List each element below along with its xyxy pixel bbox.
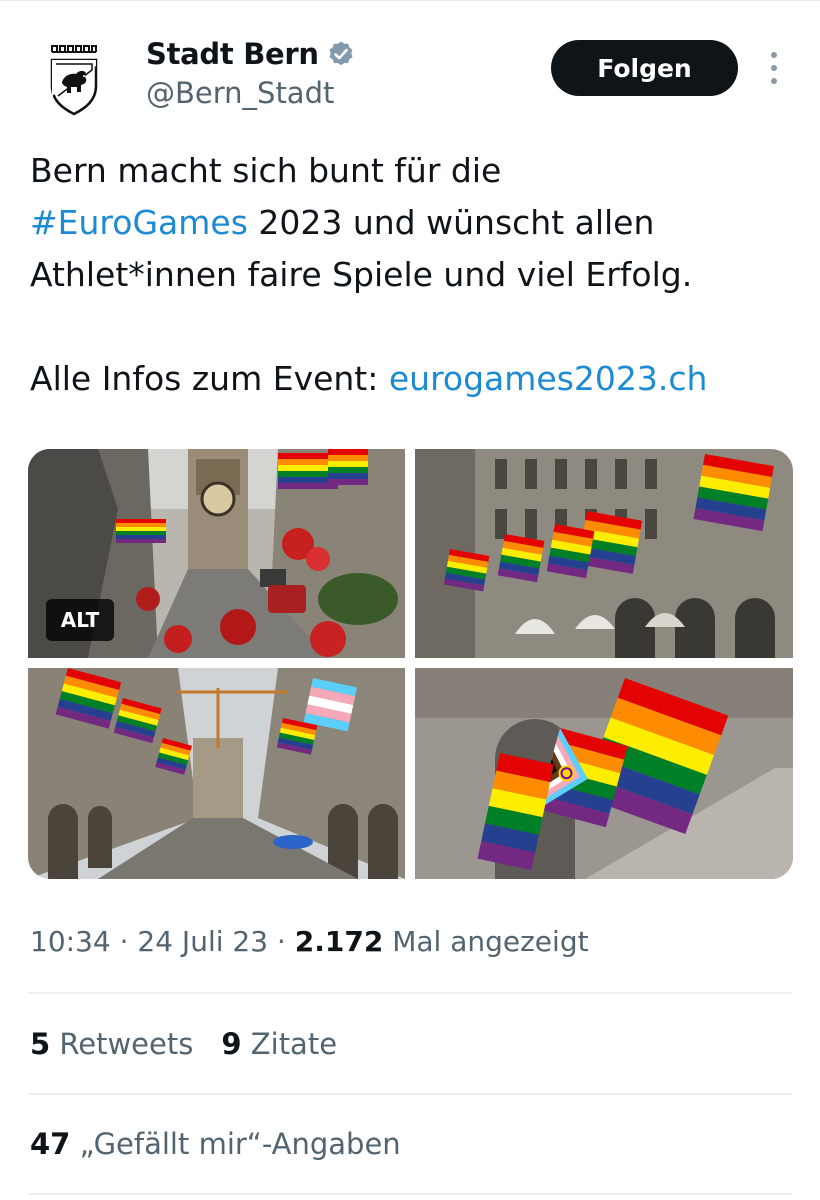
photo-facade-flags[interactable] bbox=[415, 449, 793, 658]
likes-stat[interactable]: 47 „Gefällt mir“-Angaben bbox=[30, 1127, 401, 1161]
website-link[interactable]: eurogames2023.ch bbox=[389, 359, 708, 398]
views-label: Mal angezeigt bbox=[383, 925, 589, 958]
likes-label: „Gefällt mir“-Angaben bbox=[70, 1127, 401, 1161]
hashtag-link[interactable]: #EuroGames bbox=[30, 203, 248, 242]
quotes-label: Zitate bbox=[241, 1027, 338, 1061]
account-name-row: Stadt Bern bbox=[146, 34, 355, 74]
engagement-stats: 5 Retweets 9 Zitate bbox=[30, 1027, 337, 1061]
bern-coat-of-arms-icon bbox=[30, 30, 118, 118]
retweets-stat[interactable]: 5 Retweets bbox=[30, 1027, 193, 1061]
tweet-line-4: Alle Infos zum Event: eurogames2023.ch bbox=[30, 353, 800, 405]
more-options-icon[interactable] bbox=[762, 50, 786, 86]
divider bbox=[28, 992, 792, 994]
tweet-date[interactable]: 24 Juli 23 bbox=[137, 925, 268, 958]
meta-separator: · bbox=[268, 925, 295, 958]
alt-text-badge[interactable]: ALT bbox=[46, 599, 114, 641]
photo-pride-flags-closeup[interactable] bbox=[415, 668, 793, 879]
views-count: 2.172 bbox=[294, 925, 384, 958]
meta-separator: · bbox=[110, 925, 138, 958]
divider bbox=[28, 1193, 792, 1195]
tweet-text: Bern macht sich bunt für die #EuroGames … bbox=[30, 145, 800, 405]
display-name[interactable]: Stadt Bern bbox=[146, 37, 319, 71]
divider bbox=[28, 1093, 792, 1095]
tweet-line-4-text: Alle Infos zum Event: bbox=[30, 359, 389, 398]
photo-clock-tower-street[interactable]: ALT bbox=[28, 449, 405, 658]
avatar[interactable] bbox=[30, 30, 118, 118]
quotes-stat[interactable]: 9 Zitate bbox=[221, 1027, 337, 1061]
verified-badge-icon bbox=[327, 40, 355, 68]
tweet-line-3: Athlet*innen faire Spiele und viel Erfol… bbox=[30, 255, 693, 294]
tweet-line-1: Bern macht sich bunt für die bbox=[30, 151, 502, 190]
likes-count: 47 bbox=[30, 1127, 71, 1161]
tweet-line-2: #EuroGames 2023 und wünscht allen bbox=[30, 197, 800, 249]
media-grid: ALT bbox=[28, 449, 793, 879]
retweets-label: Retweets bbox=[50, 1027, 194, 1061]
follow-button[interactable]: Folgen bbox=[551, 40, 738, 96]
retweets-count: 5 bbox=[30, 1027, 51, 1061]
tweet-line-2-text: 2023 und wünscht allen bbox=[247, 203, 655, 242]
photo-arcade-street[interactable] bbox=[28, 668, 405, 879]
tweet-time[interactable]: 10:34 bbox=[30, 925, 111, 958]
tweet-meta: 10:34 · 24 Juli 23 · 2.172 Mal angezeigt bbox=[30, 925, 589, 958]
quotes-count: 9 bbox=[221, 1027, 242, 1061]
account-handle[interactable]: @Bern_Stadt bbox=[146, 76, 334, 110]
transgender-flag-icon bbox=[303, 678, 358, 732]
top-divider bbox=[0, 0, 820, 1]
